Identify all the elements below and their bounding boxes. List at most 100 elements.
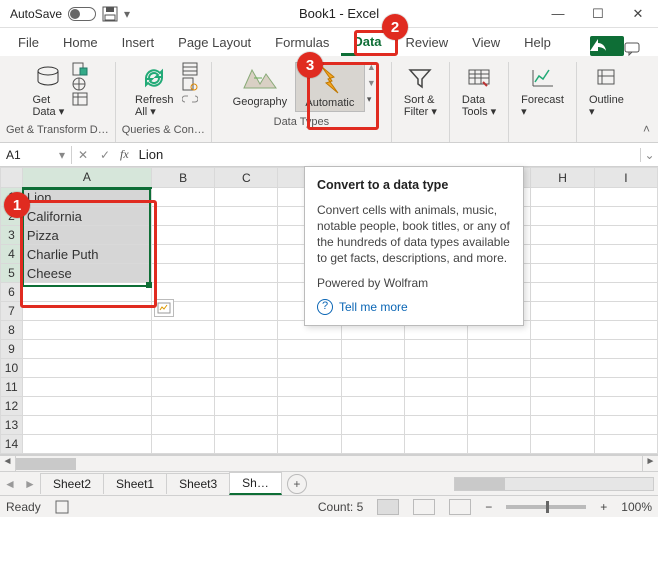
quick-analysis-button[interactable]	[154, 299, 174, 317]
cell[interactable]	[215, 416, 278, 435]
edit-links-icon[interactable]	[182, 92, 198, 106]
row-header[interactable]: 4	[1, 245, 23, 264]
insert-function-icon[interactable]: fx	[116, 147, 133, 162]
cell[interactable]	[151, 340, 214, 359]
collapse-ribbon-icon[interactable]: ˄	[643, 122, 650, 136]
cell[interactable]	[468, 397, 531, 416]
scroll-right-icon[interactable]: ►	[642, 456, 658, 471]
properties-icon[interactable]	[182, 77, 198, 91]
cell[interactable]	[22, 321, 151, 340]
cell-a2[interactable]: California	[22, 207, 151, 226]
row-header[interactable]: 9	[1, 340, 23, 359]
row-header[interactable]: 3	[1, 226, 23, 245]
cell[interactable]	[341, 359, 404, 378]
cell[interactable]	[151, 245, 214, 264]
cell[interactable]	[278, 340, 341, 359]
cell[interactable]	[151, 207, 214, 226]
sheet-tab-1[interactable]: Sheet1	[103, 473, 167, 494]
get-data-button[interactable]: Get Data ▾	[26, 62, 70, 120]
tab-home[interactable]: Home	[51, 29, 110, 56]
refresh-all-button[interactable]: Refresh All ▾	[129, 62, 180, 120]
cell[interactable]	[531, 340, 594, 359]
cell[interactable]	[151, 226, 214, 245]
tab-scrollbar[interactable]	[454, 477, 654, 491]
cell[interactable]	[278, 435, 341, 454]
name-box-dropdown-icon[interactable]: ▾	[59, 148, 65, 162]
row-header[interactable]: 11	[1, 378, 23, 397]
cell[interactable]	[531, 302, 594, 321]
cell[interactable]	[215, 245, 278, 264]
comments-button[interactable]	[624, 42, 652, 56]
cell[interactable]	[341, 378, 404, 397]
data-tools-button[interactable]: Data Tools ▾	[456, 62, 502, 120]
scroll-track[interactable]	[16, 456, 642, 471]
cell-a3[interactable]: Pizza	[22, 226, 151, 245]
forecast-button[interactable]: Forecast ▾	[515, 62, 570, 120]
cell[interactable]	[22, 283, 151, 302]
cell[interactable]	[215, 378, 278, 397]
tab-scroll-thumb[interactable]	[455, 478, 505, 490]
cell[interactable]	[151, 188, 214, 207]
row-header[interactable]: 7	[1, 302, 23, 321]
select-all-corner[interactable]	[1, 168, 23, 188]
zoom-out-button[interactable]: −	[485, 500, 492, 514]
cell[interactable]	[531, 283, 594, 302]
cell[interactable]	[151, 378, 214, 397]
cell[interactable]	[594, 302, 657, 321]
cell[interactable]	[594, 340, 657, 359]
cell-a1[interactable]: Lion	[22, 188, 151, 207]
datatype-prev-icon[interactable]: ▲	[367, 62, 376, 72]
cell[interactable]	[531, 188, 594, 207]
tell-me-more-link[interactable]: ? Tell me more	[317, 299, 511, 315]
row-header[interactable]: 6	[1, 283, 23, 302]
cell[interactable]	[215, 226, 278, 245]
cell[interactable]	[151, 435, 214, 454]
cell[interactable]	[215, 302, 278, 321]
autosave-toggle[interactable]	[68, 7, 96, 21]
outline-button[interactable]: Outline ▾	[583, 62, 630, 120]
sheet-nav-prev[interactable]: ◄	[0, 477, 20, 491]
tab-pagelayout[interactable]: Page Layout	[166, 29, 263, 56]
cell[interactable]	[404, 378, 467, 397]
cell[interactable]	[215, 188, 278, 207]
cell[interactable]	[468, 378, 531, 397]
sheet-tab-3[interactable]: Sheet3	[166, 473, 230, 494]
minimize-button[interactable]: —	[538, 0, 578, 28]
cell[interactable]	[531, 321, 594, 340]
datatype-more-icon[interactable]: ▾	[367, 94, 376, 105]
cell[interactable]	[215, 283, 278, 302]
tab-file[interactable]: File	[6, 29, 51, 56]
cell-a4[interactable]: Charlie Puth	[22, 245, 151, 264]
cell[interactable]	[468, 435, 531, 454]
zoom-level[interactable]: 100%	[621, 500, 652, 514]
col-header-h[interactable]: H	[531, 168, 594, 188]
cell[interactable]	[278, 416, 341, 435]
cell[interactable]	[22, 435, 151, 454]
cell[interactable]	[594, 416, 657, 435]
cell[interactable]	[594, 207, 657, 226]
cell[interactable]	[22, 359, 151, 378]
cell[interactable]	[151, 359, 214, 378]
view-normal-button[interactable]	[377, 499, 399, 515]
cell[interactable]	[404, 340, 467, 359]
cell[interactable]	[404, 435, 467, 454]
close-button[interactable]: ✕	[618, 0, 658, 28]
cell[interactable]	[531, 435, 594, 454]
qat-dropdown-icon[interactable]: ▾	[124, 7, 130, 21]
cell[interactable]	[278, 397, 341, 416]
cell[interactable]	[341, 416, 404, 435]
from-web-icon[interactable]	[72, 77, 88, 91]
cell[interactable]	[278, 378, 341, 397]
row-header[interactable]: 14	[1, 435, 23, 454]
cell-a5[interactable]: Cheese	[22, 264, 151, 283]
cell[interactable]	[215, 264, 278, 283]
cell[interactable]	[22, 302, 151, 321]
cell[interactable]	[594, 245, 657, 264]
cell[interactable]	[278, 359, 341, 378]
cell[interactable]	[22, 416, 151, 435]
cell[interactable]	[531, 359, 594, 378]
cell[interactable]	[594, 283, 657, 302]
row-header[interactable]: 5	[1, 264, 23, 283]
view-pagebreak-button[interactable]	[449, 499, 471, 515]
horizontal-scrollbar[interactable]: ◄ ►	[0, 455, 658, 471]
